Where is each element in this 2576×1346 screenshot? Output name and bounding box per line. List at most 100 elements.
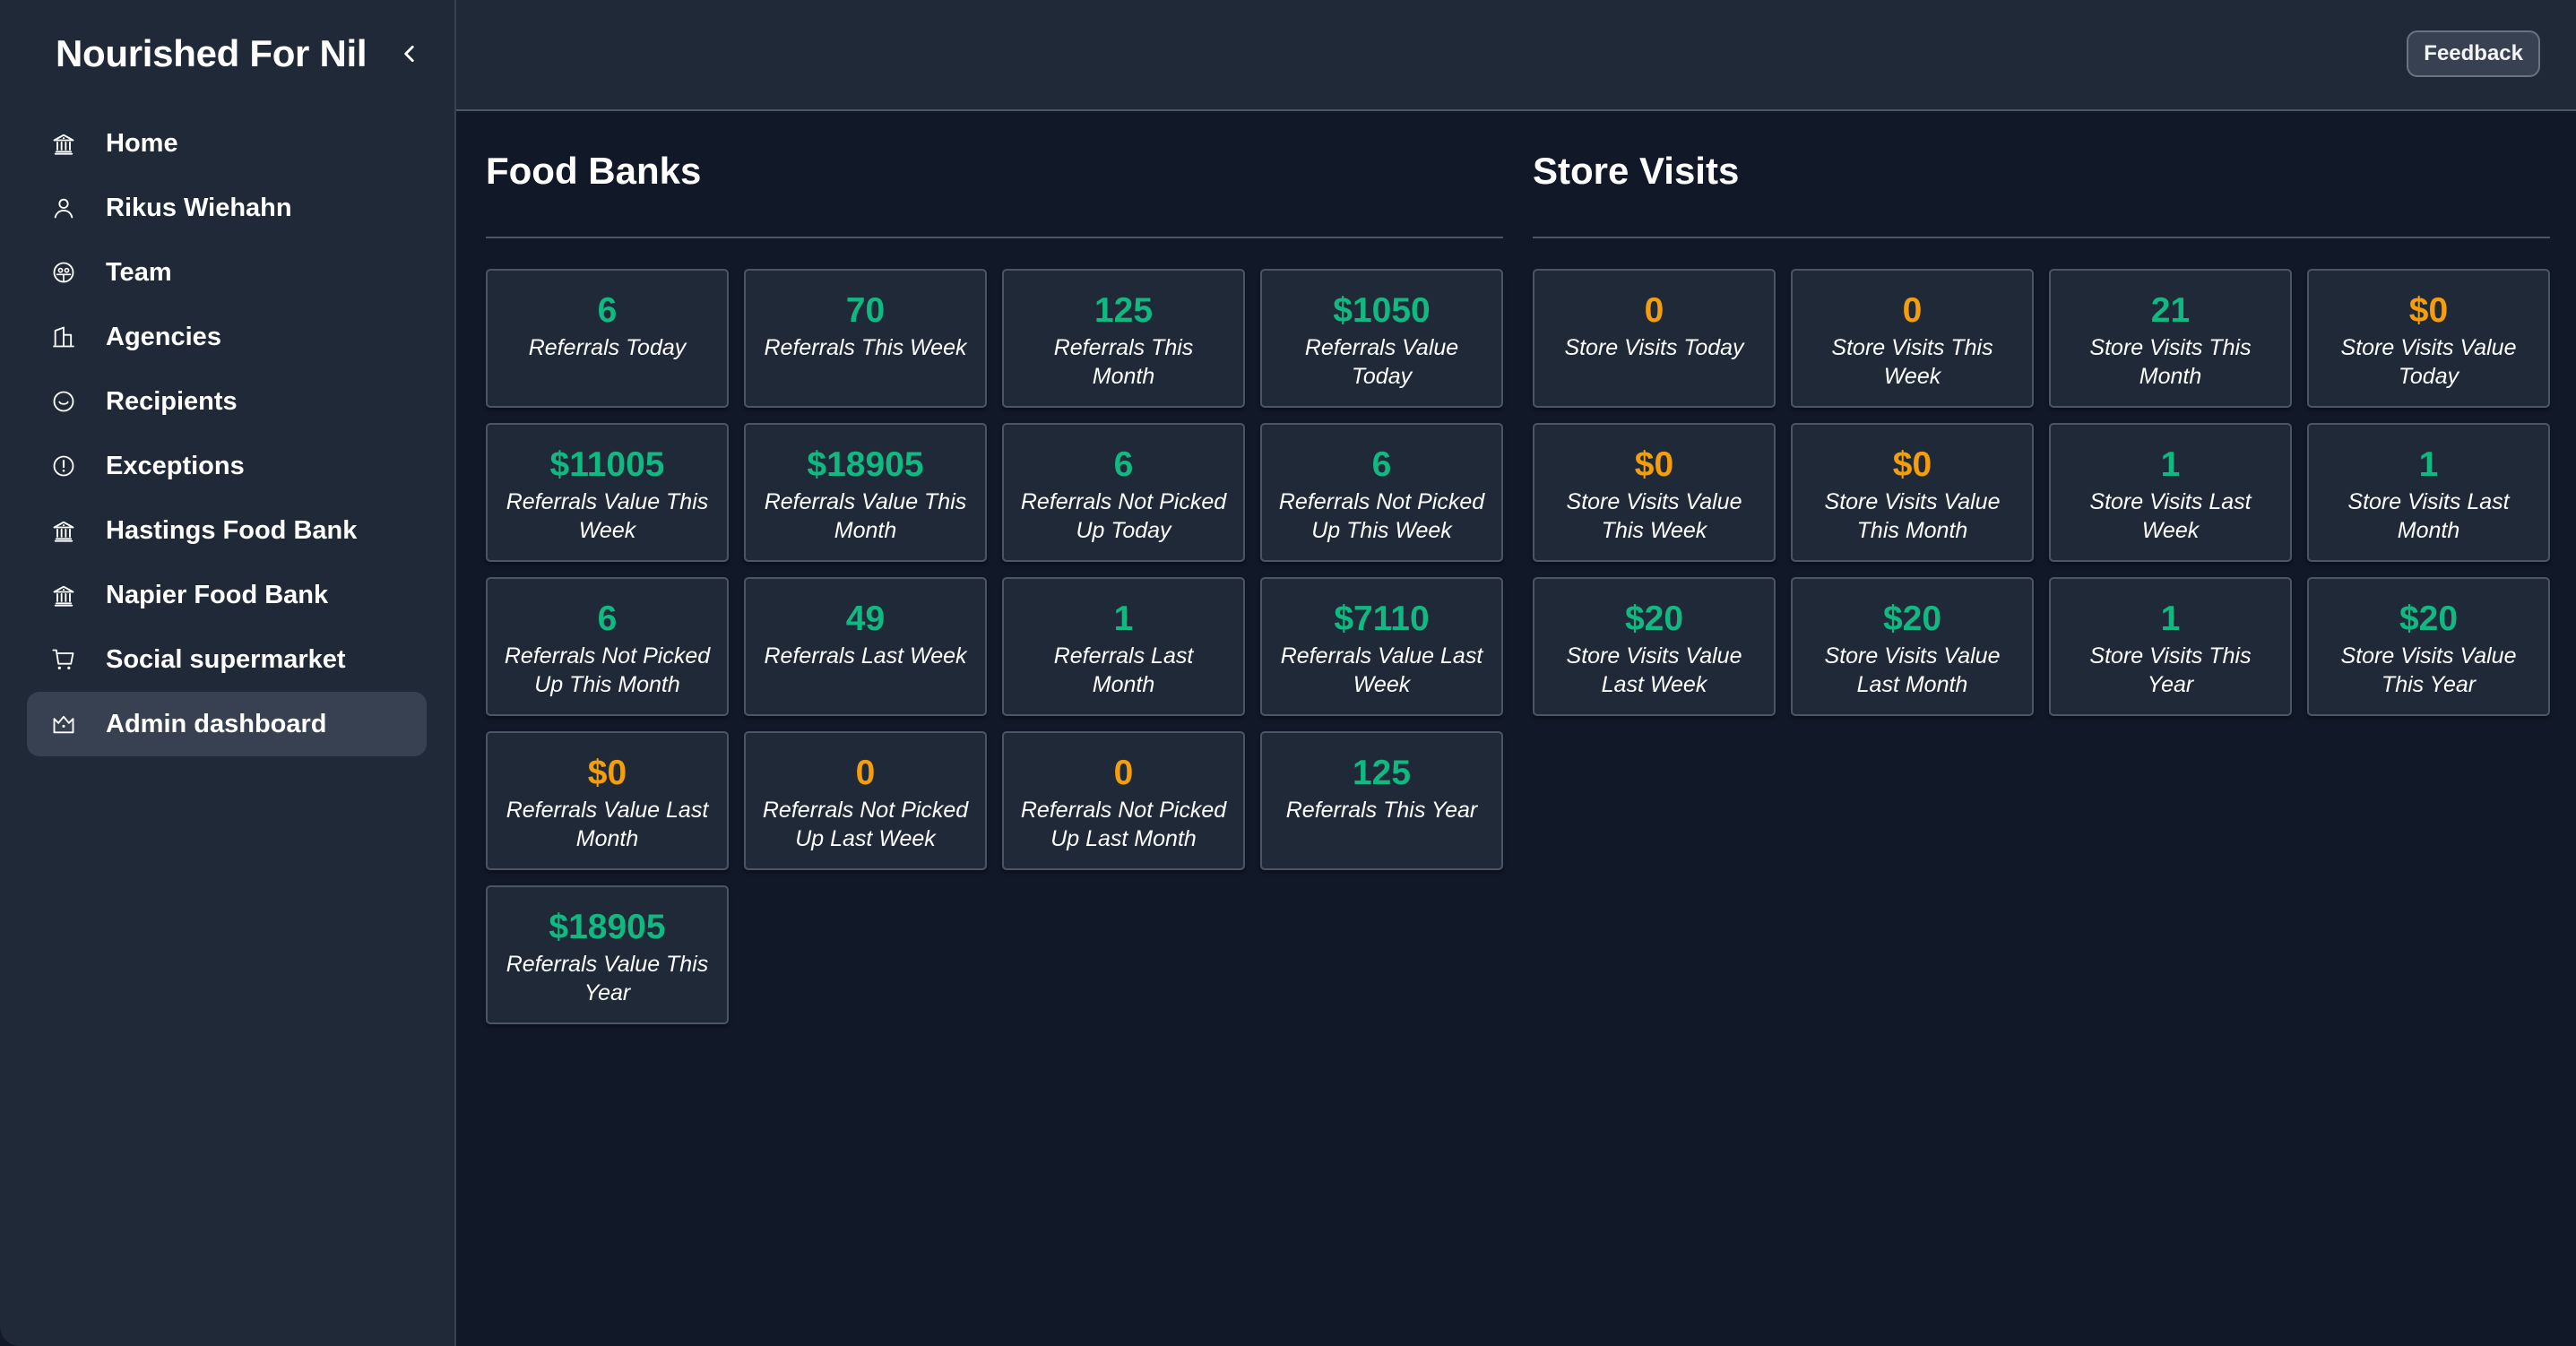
- chevron-left-icon: [404, 46, 414, 62]
- sidebar-item-label: Rikus Wiehahn: [106, 193, 292, 222]
- sidebar-item-hastings-food-bank[interactable]: Hastings Food Bank: [27, 498, 427, 563]
- stat-card: $20 Store Visits Value This Year: [2307, 577, 2550, 716]
- stat-label: Referrals Not Picked Up This Month: [504, 643, 711, 697]
- stat-value: 6: [1371, 445, 1392, 484]
- stat-card: $20 Store Visits Value Last Week: [1533, 577, 1776, 716]
- stat-label: Referrals Value This Month: [764, 489, 967, 543]
- stat-label: Referrals Value Today: [1304, 335, 1459, 389]
- stat-label: Referrals Value This Year: [506, 952, 709, 1005]
- top-bar: Feedback: [456, 0, 2576, 111]
- sidebar-item-label: Admin dashboard: [106, 709, 327, 738]
- store-visits-section: Store Visits 0 Store Visits Today 0 Store V…: [1533, 143, 2550, 1024]
- stat-label: Referrals This Week: [764, 335, 967, 360]
- stat-value: 1: [2160, 445, 2181, 484]
- app-root: Nourished For Nil Home Rikus Wiehahn Tea…: [0, 0, 2576, 1346]
- stat-card: $0 Store Visits Value This Month: [1791, 423, 2034, 562]
- stat-card: 1 Referrals Last Month: [1002, 577, 1245, 716]
- main-area: Feedback Food Banks 6 Referrals Today 70 Re…: [456, 0, 2576, 1346]
- stat-label: Store Visits This Month: [2089, 335, 2252, 389]
- sidebar-item-napier-food-bank[interactable]: Napier Food Bank: [27, 563, 427, 627]
- sidebar-item-team[interactable]: Team: [27, 240, 427, 305]
- stat-value: $20: [1882, 600, 1942, 638]
- section-title: Food Banks: [486, 150, 702, 192]
- stat-value: 21: [2150, 291, 2191, 330]
- sidebar-item-agencies[interactable]: Agencies: [27, 305, 427, 369]
- sidebar-nav: Home Rikus Wiehahn Team Agencies Recipie…: [27, 111, 427, 756]
- sidebar-item-label: Recipients: [106, 386, 238, 416]
- stat-label: Referrals Last Week: [764, 643, 967, 669]
- collapse-sidebar-button[interactable]: [393, 38, 426, 70]
- stat-value: 0: [1902, 291, 1923, 330]
- sidebar-item-home[interactable]: Home: [27, 111, 427, 176]
- stat-card: 125 Referrals This Month: [1002, 269, 1245, 408]
- bank-icon: [50, 517, 77, 544]
- stat-card: $0 Store Visits Value This Week: [1533, 423, 1776, 562]
- stat-label: Referrals Value This Week: [506, 489, 709, 543]
- sidebar-item-admin-dashboard[interactable]: Admin dashboard: [27, 692, 427, 756]
- stat-label: Store Visits Value This Month: [1824, 489, 2001, 543]
- stat-card: 6 Referrals Today: [486, 269, 729, 408]
- stat-label: Referrals This Year: [1285, 798, 1478, 823]
- sidebar-item-label: Hastings Food Bank: [106, 515, 358, 545]
- section-divider: [1533, 237, 2550, 238]
- stat-label: Referrals This Month: [1053, 335, 1194, 389]
- stat-label: Store Visits Value This Year: [2340, 643, 2517, 697]
- stat-value: 0: [1644, 291, 1664, 330]
- stat-card: 0 Referrals Not Picked Up Last Month: [1002, 731, 1245, 870]
- stat-label: Store Visits Value This Week: [1566, 489, 1742, 543]
- feedback-button[interactable]: Feedback: [2407, 30, 2540, 77]
- cart-icon: [50, 646, 77, 673]
- sidebar-item-exceptions[interactable]: Exceptions: [27, 434, 427, 498]
- stat-card: 21 Store Visits This Month: [2049, 269, 2292, 408]
- sidebar-item-social-supermarket[interactable]: Social supermarket: [27, 627, 427, 692]
- stat-grid: 0 Store Visits Today 0 Store Visits This We…: [1533, 269, 2550, 716]
- sidebar-item-label: Social supermarket: [106, 644, 346, 674]
- stat-label: Store Visits Value Last Month: [1824, 643, 2001, 697]
- bank-icon: [50, 582, 77, 608]
- stat-card: 6 Referrals Not Picked Up This Month: [486, 577, 729, 716]
- sidebar-item-recipients[interactable]: Recipients: [27, 369, 427, 434]
- stat-label: Store Visits Last Month: [2347, 489, 2510, 543]
- stat-card: 0 Store Visits This Week: [1791, 269, 2034, 408]
- stat-card: 70 Referrals This Week: [744, 269, 987, 408]
- stat-card: 49 Referrals Last Week: [744, 577, 987, 716]
- app-title: Nourished For Nil: [56, 32, 367, 74]
- section-divider: [486, 237, 1503, 238]
- building-icon: [50, 324, 77, 350]
- stat-label: Store Visits This Week: [1831, 335, 1993, 389]
- alert-circle-icon: [50, 453, 77, 479]
- section-title: Store Visits: [1533, 150, 1740, 192]
- stat-label: Referrals Value Last Month: [506, 798, 709, 851]
- stat-value: $18905: [807, 445, 924, 484]
- stat-value: 6: [597, 291, 618, 330]
- stat-value: $20: [2399, 600, 2459, 638]
- food-banks-section: Food Banks 6 Referrals Today 70 Referrals T…: [486, 143, 1503, 1024]
- stat-card: $20 Store Visits Value Last Month: [1791, 577, 2034, 716]
- crown-icon: [50, 711, 77, 738]
- stat-card: 1 Store Visits Last Month: [2307, 423, 2550, 562]
- stat-value: 70: [845, 291, 886, 330]
- sidebar-item-profile[interactable]: Rikus Wiehahn: [27, 176, 427, 240]
- stat-card: $11005 Referrals Value This Week: [486, 423, 729, 562]
- stat-card: 6 Referrals Not Picked Up Today: [1002, 423, 1245, 562]
- sidebar: Nourished For Nil Home Rikus Wiehahn Tea…: [0, 0, 456, 1346]
- stat-label: Store Visits Today: [1564, 335, 1744, 360]
- stat-value: $0: [1892, 445, 1932, 484]
- brand: Nourished For Nil: [56, 27, 426, 81]
- stat-value: $20: [1624, 600, 1684, 638]
- stat-value: 125: [1352, 754, 1412, 792]
- team-icon: [50, 259, 77, 286]
- stat-value: 1: [2160, 600, 2181, 638]
- stat-card: $1050 Referrals Value Today: [1260, 269, 1503, 408]
- stat-value: $0: [587, 754, 627, 792]
- stat-grid: 6 Referrals Today 70 Referrals This Week 125…: [486, 269, 1503, 1024]
- stat-value: 0: [855, 754, 876, 792]
- stat-label: Store Visits This Year: [2089, 643, 2252, 697]
- stat-card: $18905 Referrals Value This Month: [744, 423, 987, 562]
- stat-value: $18905: [549, 908, 666, 946]
- stat-label: Referrals Value Last Week: [1280, 643, 1483, 697]
- stat-value: $0: [1634, 445, 1674, 484]
- stat-card: 6 Referrals Not Picked Up This Week: [1260, 423, 1503, 562]
- sidebar-item-label: Exceptions: [106, 451, 245, 480]
- stat-value: $0: [2408, 291, 2449, 330]
